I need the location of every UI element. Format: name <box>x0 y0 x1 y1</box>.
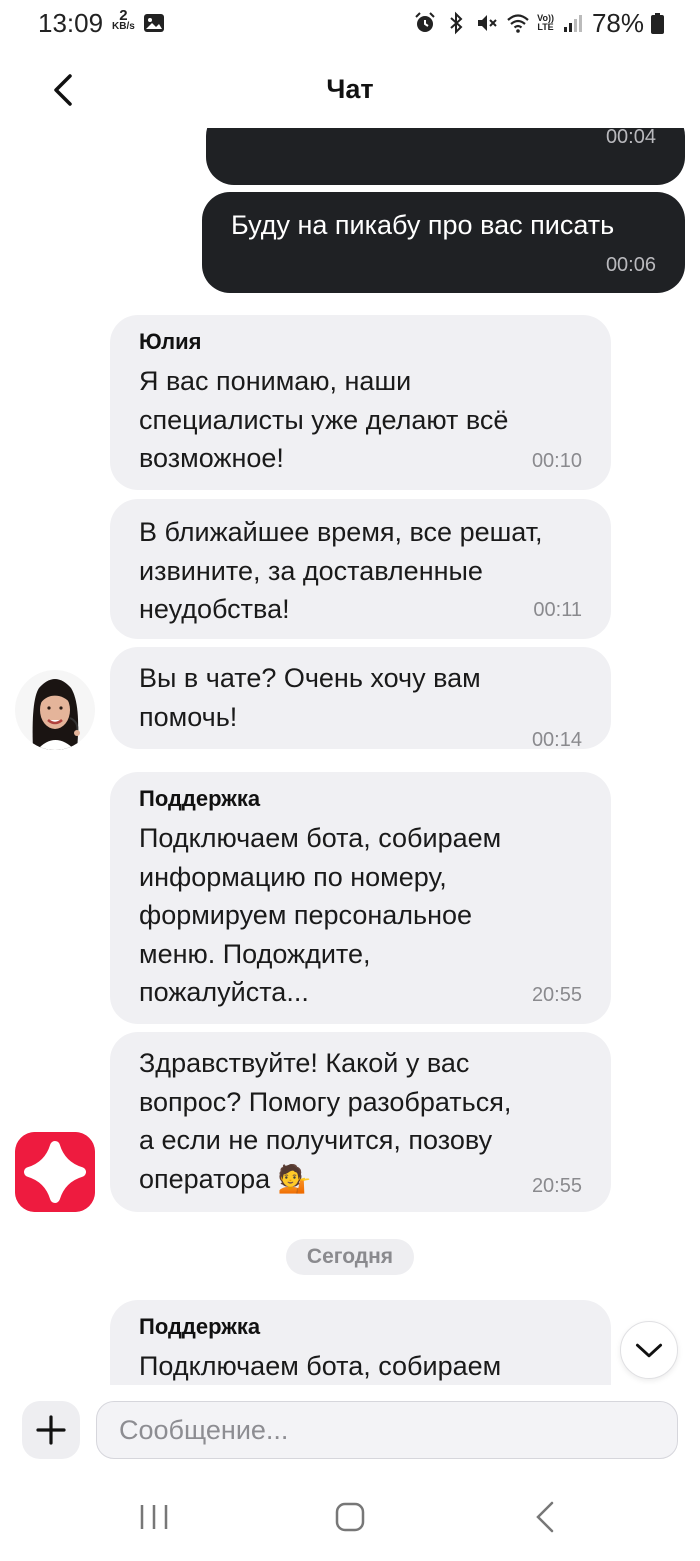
message-text: Я вас понимаю, наши специалисты уже дела… <box>139 362 508 478</box>
status-icons: Vo)) LTE 78% <box>413 8 664 38</box>
home-icon <box>335 1502 365 1532</box>
message-incoming[interactable]: Поддержка Подключаем бота, собираем инфо… <box>110 772 611 1024</box>
network-speed: 2 KB/s <box>112 7 135 32</box>
message-line: информацию по номеру, <box>139 861 447 892</box>
gallery-notification-icon <box>144 14 164 32</box>
message-line: оператора 💁 <box>139 1163 312 1194</box>
message-line: специалисты уже делают всё <box>139 404 509 435</box>
message-time: 20:55 <box>531 1175 582 1197</box>
wifi-icon <box>507 14 529 33</box>
message-text: Подключаем бота, собираем информацию по … <box>139 819 501 1012</box>
message-time: 00:06 <box>605 254 656 276</box>
battery-icon <box>651 12 664 34</box>
message-time: 00:14 <box>531 729 582 751</box>
chat-message-list[interactable]: 00:04 Буду на пикабу про вас писать 00:0… <box>0 128 700 1385</box>
volte-indicator: Vo)) LTE <box>537 14 554 32</box>
plus-icon <box>36 1415 66 1445</box>
message-sender: Поддержка <box>139 786 261 811</box>
message-line: а если не получится, позову <box>139 1125 493 1155</box>
signal-icon <box>563 15 582 32</box>
message-time: 00:11 <box>533 599 582 621</box>
recent-apps-button[interactable] <box>134 1497 174 1537</box>
message-incoming[interactable]: Поддержка Подключаем бота, собираем <box>110 1300 611 1385</box>
chevron-left-icon <box>536 1501 554 1533</box>
message-line: В ближайшее время, все решат, <box>139 517 543 547</box>
message-line: возможное! <box>139 443 284 473</box>
message-line: Подключаем бота, собираем <box>139 1351 502 1381</box>
message-text: Вы в чате? Очень хочу вам помочь! <box>139 659 481 736</box>
battery-percent: 78% <box>591 7 644 38</box>
message-outgoing[interactable]: Буду на пикабу про вас писать 00:06 <box>202 192 685 293</box>
message-line: вопрос? Помогу разобраться, <box>139 1086 512 1117</box>
message-line: пожалуйста... <box>139 977 309 1007</box>
message-time: 00:10 <box>531 450 582 472</box>
date-divider: Сегодня <box>286 1239 414 1275</box>
scroll-to-bottom-button[interactable] <box>620 1321 678 1379</box>
message-time: 20:55 <box>531 984 582 1006</box>
chevron-down-icon <box>635 1343 663 1358</box>
message-line: формируем персональное <box>139 900 473 930</box>
message-incoming[interactable]: В ближайшее время, все решат, извините, … <box>110 499 611 639</box>
message-text: Подключаем бота, собираем <box>139 1347 501 1385</box>
chat-header: Чат <box>0 52 700 128</box>
message-line: Вы в чате? Очень хочу вам <box>139 663 481 693</box>
network-speed-unit: KB/s <box>112 21 135 32</box>
message-incoming[interactable]: Юлия Я вас понимаю, наши специалисты уже… <box>110 315 611 490</box>
message-sender: Юлия <box>139 329 202 354</box>
page-title: Чат <box>326 74 374 104</box>
message-text: В ближайшее время, все решат, извините, … <box>139 513 543 629</box>
system-nav-bar <box>0 1475 700 1561</box>
recent-apps-icon <box>140 1505 168 1529</box>
message-text: Буду на пикабу про вас писать <box>231 210 615 240</box>
message-line: меню. Подождите, <box>139 938 371 969</box>
home-button[interactable] <box>330 1497 370 1537</box>
lte-label: LTE <box>537 22 554 32</box>
status-time: 13:09 <box>38 8 104 38</box>
message-line: извините, за доставленные <box>139 555 483 586</box>
status-bar: 13:09 2 KB/s Vo)) LTE 78% <box>0 0 700 50</box>
message-line: Здравствуйте! Какой у вас <box>139 1048 470 1078</box>
message-input[interactable] <box>96 1401 678 1459</box>
mute-icon <box>478 15 497 31</box>
message-line: Я вас понимаю, наши <box>139 366 412 396</box>
operator-avatar <box>15 670 95 750</box>
message-line: неудобства! <box>139 594 290 624</box>
message-outgoing[interactable]: 00:04 <box>206 128 685 185</box>
network-speed-value: 2 <box>119 7 128 24</box>
message-line: помочь! <box>139 701 238 732</box>
message-line: Подключаем бота, собираем <box>139 823 502 853</box>
message-time: 00:04 <box>605 128 656 148</box>
alarm-icon <box>415 12 435 32</box>
message-sender: Поддержка <box>139 1314 261 1339</box>
bluetooth-icon <box>450 11 463 35</box>
attach-button[interactable] <box>22 1401 80 1459</box>
system-back-button[interactable] <box>526 1497 566 1537</box>
message-incoming[interactable]: Вы в чате? Очень хочу вам помочь! 00:14 <box>110 647 611 751</box>
message-incoming[interactable]: Здравствуйте! Какой у вас вопрос? Помогу… <box>110 1032 611 1212</box>
bot-logo-icon <box>15 1132 95 1212</box>
message-text: Здравствуйте! Какой у вас вопрос? Помогу… <box>139 1044 511 1198</box>
message-composer <box>0 1385 700 1475</box>
